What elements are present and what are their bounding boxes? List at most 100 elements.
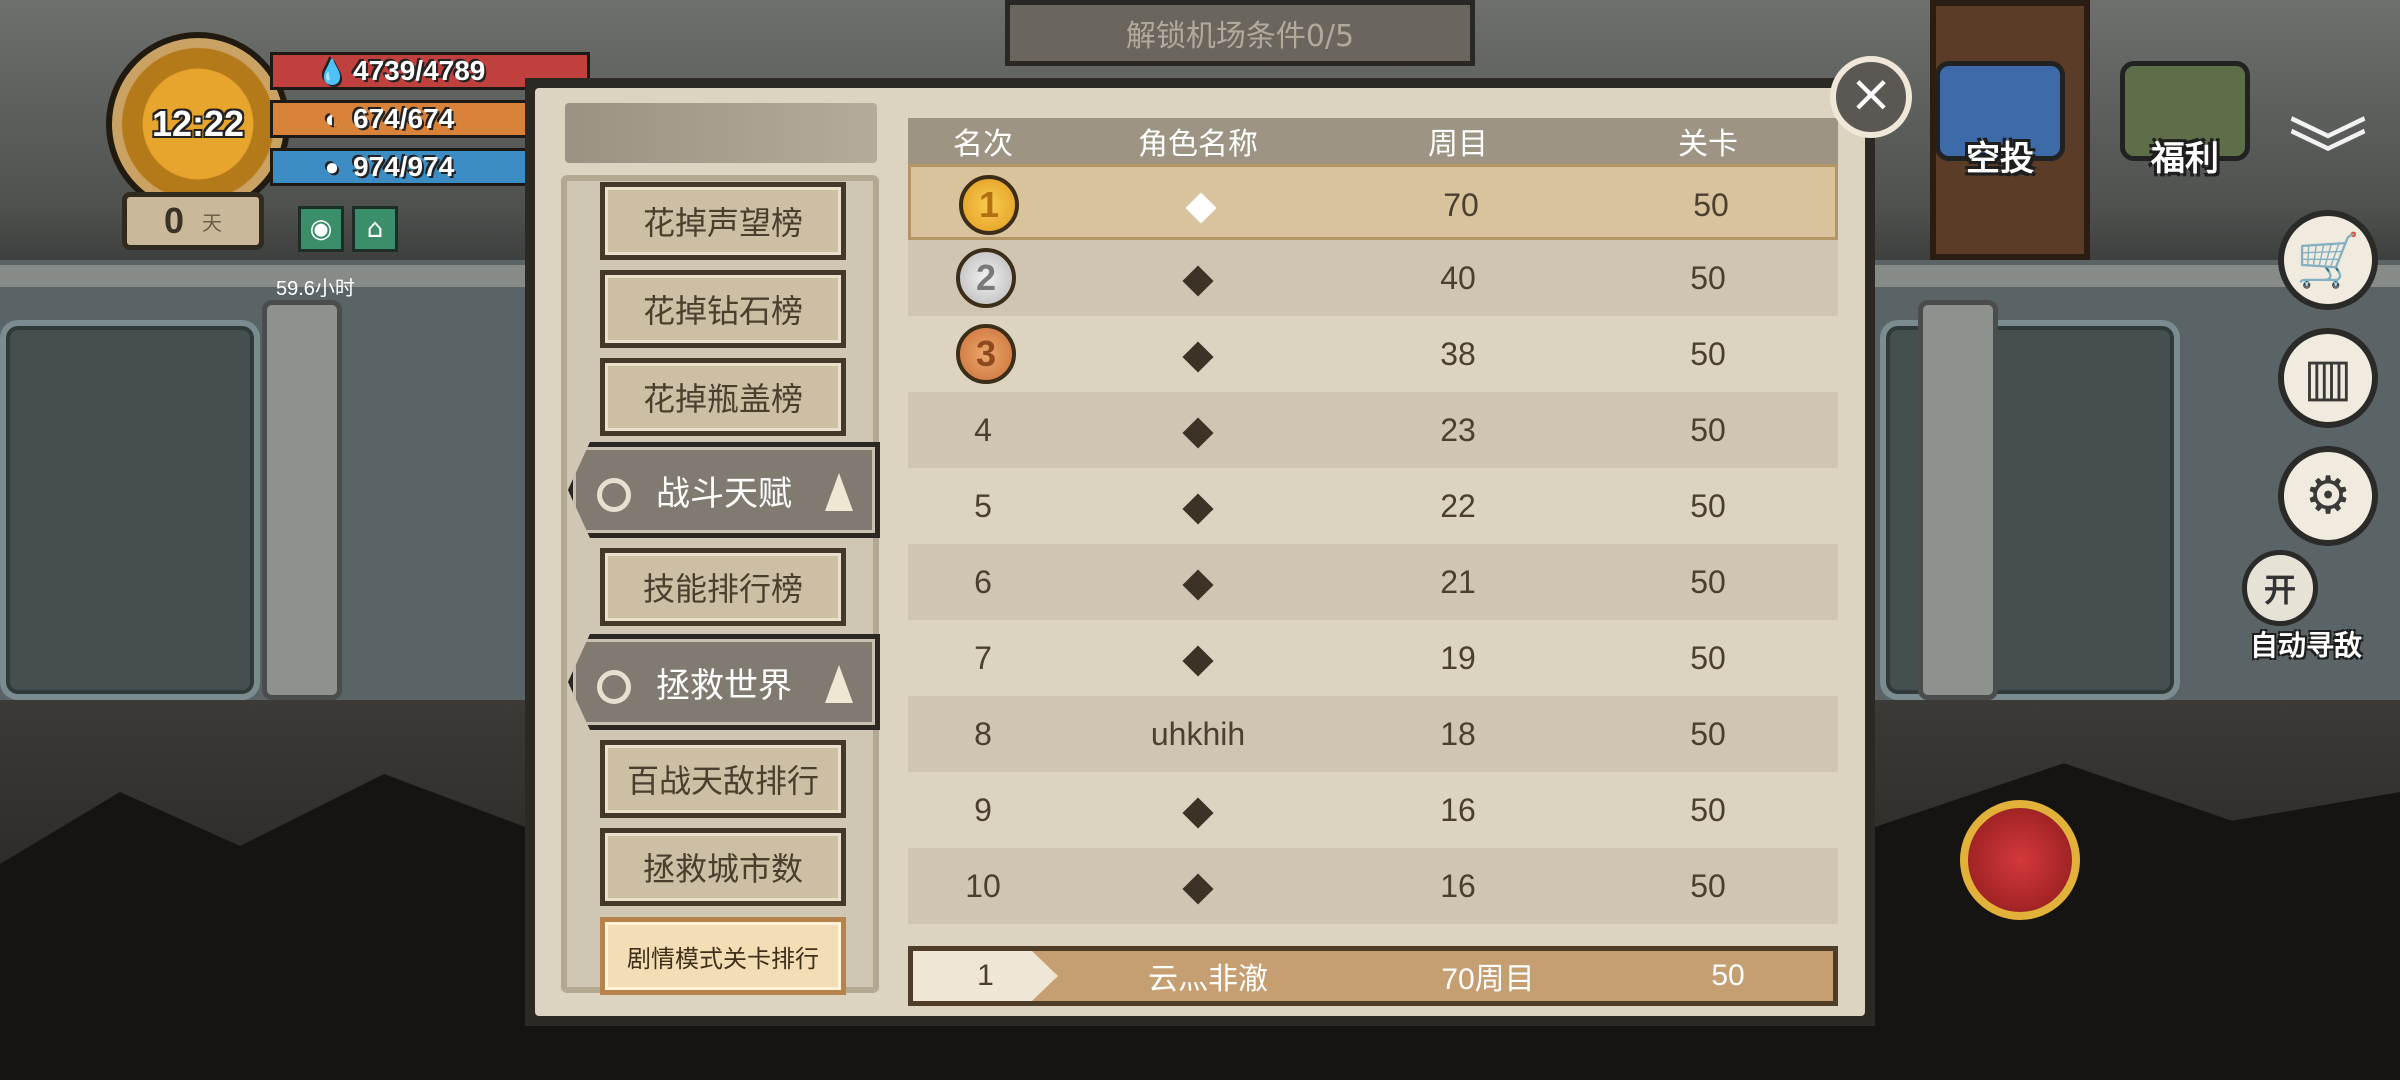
week-cell: 21 (1440, 564, 1476, 600)
attack-button[interactable] (1960, 800, 2080, 920)
stage-cell: 50 (1690, 792, 1726, 828)
table-row[interactable]: 3 � 38 50 (908, 316, 1838, 392)
day-unit: 天 (202, 210, 223, 235)
table-row[interactable]: 1 � 70 50 (908, 164, 1838, 240)
nav-group-save-world[interactable]: 拯救世界 (568, 634, 880, 730)
name-cell: � (1061, 167, 1341, 243)
double-chevron-down-icon: ︾ (2288, 110, 2368, 203)
table-row[interactable]: 2 � 40 50 (908, 240, 1838, 316)
player-name: � (1182, 796, 1214, 829)
week-cell: 19 (1440, 640, 1476, 676)
stage-cell: 50 (1690, 868, 1726, 904)
home-buff-icon[interactable]: ⌂ (352, 206, 398, 252)
nav-header (565, 103, 877, 163)
clock-time: 12:22 (151, 103, 245, 144)
nav-diamond-spent[interactable]: 花掉钻石榜 (600, 270, 846, 348)
name-cell: � (1058, 848, 1338, 924)
close-button[interactable]: × (1830, 56, 1912, 138)
welfare-label: 福利 (2151, 140, 2219, 178)
brain-icon: ● (324, 154, 340, 181)
stage-cell: 50 (1690, 336, 1726, 372)
week-cell: 70 (1443, 187, 1479, 223)
ring-icon (597, 670, 631, 704)
table-row[interactable]: 10 � 16 50 (908, 848, 1838, 924)
nav-cities-saved[interactable]: 拯救城市数 (600, 828, 846, 906)
my-name: 云灬非澈 (1148, 963, 1268, 996)
nav-hundred-battles[interactable]: 百战天敌排行 (600, 740, 846, 818)
table-row[interactable]: 9 � 16 50 (908, 772, 1838, 848)
welfare-button[interactable]: 福利 (2105, 20, 2265, 180)
auto-target-toggle[interactable]: 开 (2242, 550, 2318, 626)
ring-icon (597, 478, 631, 512)
table-header: 名次 角色名称 周目 关卡 (908, 118, 1838, 164)
airdrop-button[interactable]: 空投 (1920, 20, 2080, 180)
rank-cell: 5 (974, 488, 992, 524)
stage-cell: 50 (1690, 564, 1726, 600)
settings-button[interactable]: ⚙ (2278, 446, 2378, 546)
hours-played: 59.6小时 (276, 278, 355, 300)
rank-cell: 4 (974, 412, 992, 448)
nav-caps-spent[interactable]: 花掉瓶盖榜 (600, 358, 846, 436)
shop-button[interactable]: 🛒 (2278, 210, 2378, 310)
rank-cell: 10 (965, 868, 1001, 904)
table-row[interactable]: 7 � 19 50 (908, 620, 1838, 696)
nav-prestige-spent[interactable]: 花掉声望榜 (600, 182, 846, 260)
close-icon: × (1849, 64, 1893, 124)
nav-story-stage-ranking[interactable]: 剧情模式关卡排行 (600, 917, 846, 995)
my-stage: 50 (1711, 959, 1745, 992)
leaderboard-button[interactable]: ▥ (2278, 328, 2378, 428)
rank-cell: 6 (974, 564, 992, 600)
silver-medal-icon: 2 (956, 248, 1016, 308)
player-name: � (1182, 264, 1214, 297)
my-rank-row: 1 云灬非澈 70周目 50 (908, 946, 1838, 1006)
nav-group-label: 战斗天赋 (656, 473, 792, 514)
stage-cell: 50 (1690, 412, 1726, 448)
name-cell: � (1058, 772, 1338, 848)
week-cell: 22 (1440, 488, 1476, 524)
gold-medal-icon: 1 (959, 175, 1019, 235)
player-name: � (1182, 872, 1214, 905)
triangle-up-icon (825, 665, 853, 703)
nav-group-battle-talent[interactable]: 战斗天赋 (568, 442, 880, 538)
week-cell: 18 (1440, 716, 1476, 752)
rank-cell: 3 (908, 316, 1058, 392)
stage-cell: 50 (1690, 488, 1726, 524)
eye-buff-icon[interactable]: ◉ (298, 206, 344, 252)
my-rank: 1 (913, 951, 1058, 1001)
my-week: 70周目 (1441, 963, 1535, 996)
name-cell: � (1058, 620, 1338, 696)
week-cell: 40 (1440, 260, 1476, 296)
bar-chart-icon: ▥ (2303, 348, 2353, 408)
blood-drop-icon: 💧 (317, 58, 347, 86)
auto-target-label: 自动寻敌 (2250, 629, 2363, 662)
support-pillar (1918, 300, 1998, 700)
collapse-menu-button[interactable]: ︾ (2278, 100, 2378, 203)
table-row[interactable]: 4 � 23 50 (908, 392, 1838, 468)
stage-cell: 50 (1690, 260, 1726, 296)
cart-icon: 🛒 (2295, 230, 2361, 291)
table-row[interactable]: 6 � 21 50 (908, 544, 1838, 620)
water-value: 974/974 (353, 151, 455, 182)
health-value: 4739/4789 (353, 55, 486, 86)
stage-cell: 50 (1690, 640, 1726, 676)
header-stage: 关卡 (1678, 127, 1738, 162)
stage-cell: 50 (1693, 187, 1729, 223)
stage-cell: 50 (1690, 716, 1726, 752)
hunger-value: 674/674 (353, 103, 455, 134)
airport-unlock-sign: 解锁机场条件0/5 (1005, 0, 1475, 66)
week-cell: 23 (1440, 412, 1476, 448)
table-row[interactable]: 5 � 22 50 (908, 468, 1838, 544)
rank-cell: 2 (908, 240, 1058, 316)
table-row[interactable]: 8 uhkhih 18 50 (908, 696, 1838, 772)
name-cell: � (1058, 544, 1338, 620)
nav-skill-ranking[interactable]: 技能排行榜 (600, 548, 846, 626)
player-name: � (1182, 492, 1214, 525)
name-cell: uhkhih (1150, 716, 1246, 752)
name-cell: � (1058, 240, 1338, 316)
rank-cell: 7 (974, 640, 992, 676)
week-cell: 16 (1440, 792, 1476, 828)
airdrop-label: 空投 (1966, 140, 2034, 178)
rank-cell: 1 (911, 167, 1061, 243)
week-cell: 38 (1440, 336, 1476, 372)
name-cell: � (1058, 468, 1338, 544)
